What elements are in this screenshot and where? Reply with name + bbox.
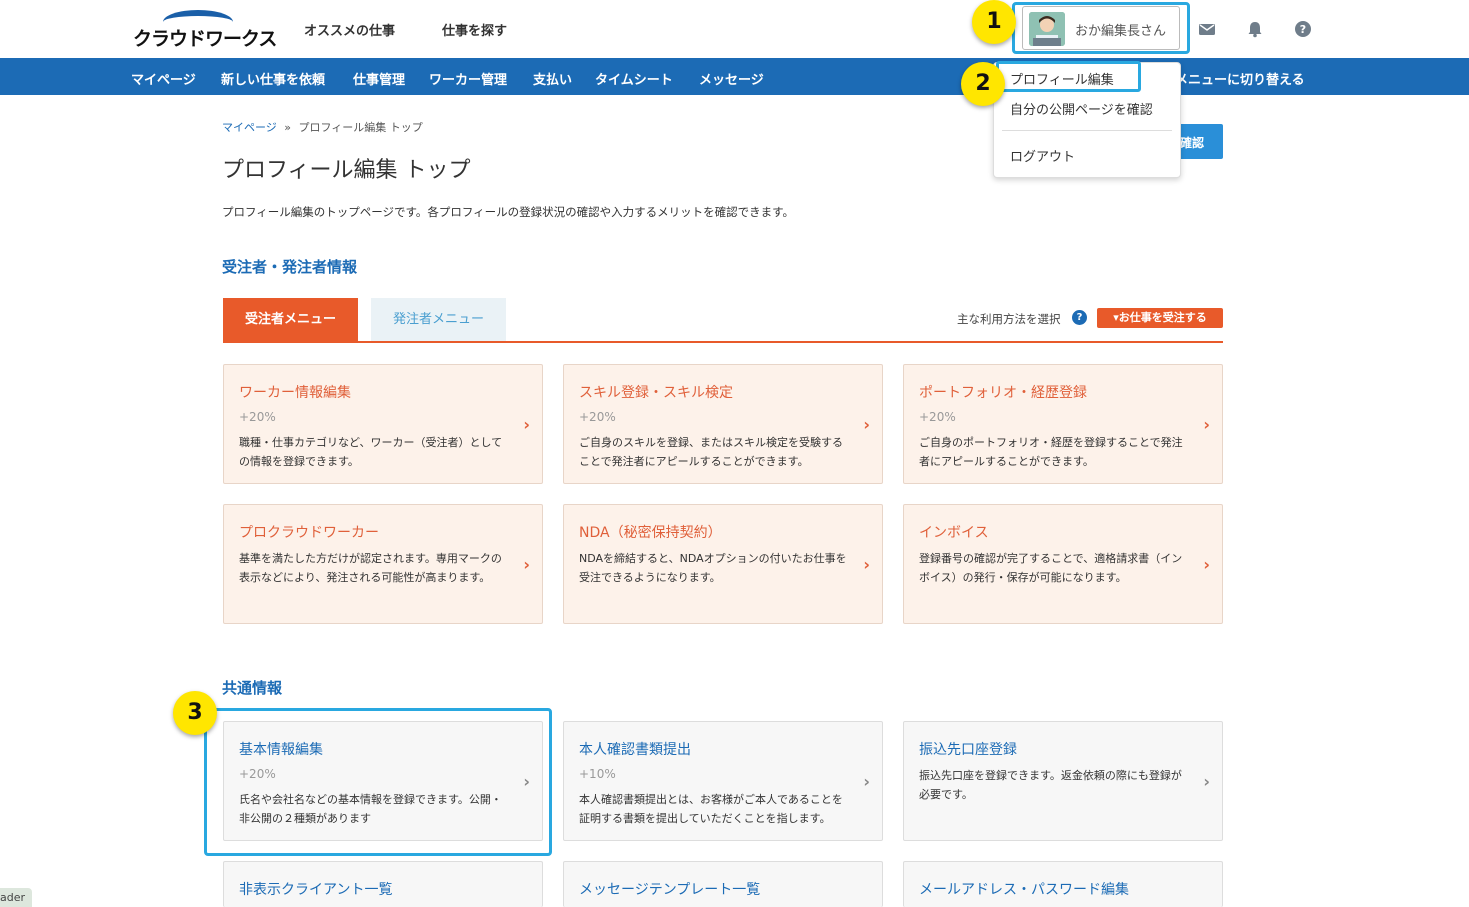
reader-tab[interactable]: ader — [0, 888, 32, 907]
confirm-button-label: 確認 — [1180, 136, 1205, 150]
card-description: 登録番号の確認が完了することで、適格請求書（インボイス）の発行・保存が可能になり… — [919, 552, 1183, 584]
highlight-basic-info-card — [204, 708, 552, 856]
section-title-common: 共通情報 — [222, 679, 283, 697]
highlight-user-button — [1012, 2, 1190, 54]
card-title: 本人確認書類提出 — [579, 742, 691, 758]
chevron-right-icon: › — [863, 415, 870, 434]
card-description: 職種・仕事カテゴリなど、ワーカー（受注者）としての情報を登録できます。 — [239, 436, 503, 468]
nav-mypage[interactable]: マイページ — [131, 69, 196, 88]
card-bank-account[interactable]: 振込先口座登録 振込先口座を登録できます。返金依頼の際にも登録が必要です。 › — [903, 721, 1223, 841]
tab-client-menu[interactable]: 発注者メニュー — [371, 298, 506, 342]
card-description: 振込先口座を登録できます。返金依頼の際にも登録が必要です。 — [919, 769, 1182, 801]
nav-recommended-jobs[interactable]: オススメの仕事 — [304, 20, 395, 39]
card-nda[interactable]: NDA（秘密保持契約） NDAを締結すると、NDAオプションの付いたお仕事を受注… — [563, 504, 883, 624]
card-title: プロクラウドワーカー — [239, 525, 379, 541]
menu-divider — [1002, 130, 1172, 131]
top-header: クラウドワークス オススメの仕事 仕事を探す おか編集長さん ? — [0, 0, 1469, 58]
card-percent: +20% — [919, 410, 956, 424]
breadcrumb: マイページ » プロフィール編集 トップ — [222, 119, 423, 135]
mail-icon[interactable] — [1198, 20, 1216, 38]
usage-select[interactable]: ▾お仕事を受注する — [1097, 308, 1223, 328]
tab-underline — [223, 341, 1223, 343]
card-title: ポートフォリオ・経歴登録 — [919, 385, 1087, 401]
step-badge-1: 1 — [972, 0, 1016, 44]
card-pro-crowdworker[interactable]: プロクラウドワーカー 基準を満たした方だけが認定されます。専用マークの表示などに… — [223, 504, 543, 624]
card-title: ワーカー情報編集 — [239, 385, 351, 401]
bell-icon[interactable] — [1246, 20, 1264, 38]
svg-text:?: ? — [1300, 23, 1306, 36]
breadcrumb-separator: » — [284, 121, 292, 134]
tab-worker-menu[interactable]: 受注者メニュー — [223, 298, 358, 342]
chevron-right-icon: › — [523, 555, 530, 574]
card-invoice[interactable]: インボイス 登録番号の確認が完了することで、適格請求書（インボイス）の発行・保存… — [903, 504, 1223, 624]
main-navigation-bar: マイページ 新しい仕事を依頼 仕事管理 ワーカー管理 支払い タイムシート メッ… — [0, 58, 1469, 95]
chevron-right-icon: › — [863, 772, 870, 791]
menu-item-view-public-page[interactable]: 自分の公開ページを確認 — [1010, 99, 1153, 118]
card-portfolio[interactable]: ポートフォリオ・経歴登録 +20% ご自身のポートフォリオ・経歴を登録することで… — [903, 364, 1223, 484]
card-title: 非表示クライアント一覧 — [239, 882, 393, 898]
card-percent: +20% — [239, 410, 276, 424]
nav-timesheet[interactable]: タイムシート — [595, 69, 673, 88]
card-worker-info[interactable]: ワーカー情報編集 +20% 職種・仕事カテゴリなど、ワーカー（受注者）としての情… — [223, 364, 543, 484]
card-description: ご自身のスキルを登録、またはスキル検定を受験することで発注者にアピールすることが… — [579, 436, 843, 468]
card-title: スキル登録・スキル検定 — [579, 385, 733, 401]
card-description: NDAを締結すると、NDAオプションの付いたお仕事を受注できるようになります。 — [579, 552, 847, 584]
logo-text: クラウドワークス — [133, 28, 277, 50]
card-description: ご自身のポートフォリオ・経歴を登録することで発注者にアピールすることができます。 — [919, 436, 1183, 468]
step-badge-3: 3 — [173, 691, 217, 735]
chevron-right-icon: › — [863, 555, 870, 574]
card-percent: +10% — [579, 767, 616, 781]
card-email-password[interactable]: メールアドレス・パスワード編集 — [903, 861, 1223, 907]
step-badge-2: 2 — [961, 62, 1005, 106]
card-message-templates[interactable]: メッセージテンプレート一覧 — [563, 861, 883, 907]
menu-item-logout[interactable]: ログアウト — [1010, 146, 1075, 165]
chevron-right-icon: › — [1203, 772, 1210, 791]
chevron-right-icon: › — [1203, 415, 1210, 434]
breadcrumb-home[interactable]: マイページ — [222, 121, 277, 134]
card-percent: +20% — [579, 410, 616, 424]
card-title: メールアドレス・パスワード編集 — [919, 882, 1129, 898]
nav-find-jobs[interactable]: 仕事を探す — [442, 20, 507, 39]
crowdworks-logo[interactable]: クラウドワークス — [133, 10, 277, 50]
highlight-profile-edit — [996, 61, 1141, 92]
card-title: 振込先口座登録 — [919, 742, 1017, 758]
nav-worker-management[interactable]: ワーカー管理 — [429, 69, 507, 88]
page-title: プロフィール編集 トップ — [222, 158, 471, 183]
card-description: 本人確認書類提出とは、お客様がご本人であることを証明する書類を提出していただくこ… — [579, 793, 843, 825]
nav-job-management[interactable]: 仕事管理 — [353, 69, 405, 88]
card-identity-documents[interactable]: 本人確認書類提出 +10% 本人確認書類提出とは、お客様がご本人であることを証明… — [563, 721, 883, 841]
chevron-right-icon: › — [1203, 555, 1210, 574]
nav-messages[interactable]: メッセージ — [699, 69, 764, 88]
breadcrumb-current: プロフィール編集 トップ — [298, 121, 423, 134]
nav-payments[interactable]: 支払い — [533, 69, 572, 88]
card-description: 基準を満たした方だけが認定されます。専用マークの表示などにより、発注される可能性… — [239, 552, 502, 584]
section-title-worker-client: 受注者・発注者情報 — [222, 258, 358, 276]
card-title: インボイス — [919, 525, 989, 541]
question-icon[interactable]: ? — [1072, 310, 1087, 325]
chevron-right-icon: › — [523, 415, 530, 434]
card-hidden-clients[interactable]: 非表示クライアント一覧 — [223, 861, 543, 907]
help-icon[interactable]: ? — [1294, 20, 1312, 38]
page-description: プロフィール編集のトップページです。各プロフィールの登録状況の確認や入力するメリ… — [222, 205, 795, 219]
nav-new-request[interactable]: 新しい仕事を依頼 — [221, 69, 325, 88]
usage-label: 主な利用方法を選択 — [957, 312, 1061, 326]
card-title: メッセージテンプレート一覧 — [579, 882, 761, 898]
card-title: NDA（秘密保持契約） — [579, 525, 722, 541]
nav-switch-menu[interactable]: メニューに切り替える — [1175, 69, 1305, 88]
card-skills[interactable]: スキル登録・スキル検定 +20% ご自身のスキルを登録、またはスキル検定を受験す… — [563, 364, 883, 484]
